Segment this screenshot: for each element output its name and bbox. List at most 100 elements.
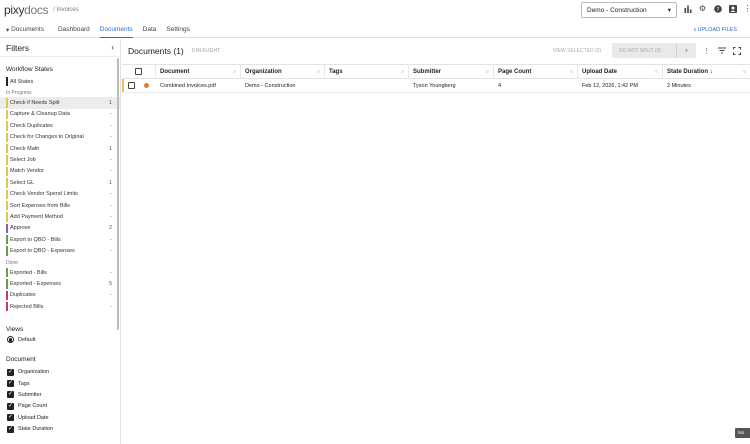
do-not-split-button[interactable]: DO NOT SPLIT (0) ▾ xyxy=(612,43,696,58)
state-filter-count: - xyxy=(110,292,112,299)
state-filter-count: 5 xyxy=(108,280,112,287)
filters-title: Filters xyxy=(6,42,30,53)
state-filter-check-vendor-spend-limits[interactable]: Check Vendor Spend Limits - xyxy=(0,189,120,200)
state-filter-export-to-qbo-expenses[interactable]: Export to QBO - Expenses - xyxy=(0,245,120,257)
fullscreen-icon[interactable] xyxy=(732,46,741,55)
column-toggle-state-duration[interactable]: ✓ State Duration xyxy=(7,423,120,434)
state-filter-count: 1 xyxy=(108,145,112,152)
svg-text:?: ? xyxy=(716,7,719,13)
chevron-down-icon[interactable]: ▾ xyxy=(676,43,696,58)
column-header-organization[interactable]: Organization ≡ xyxy=(241,64,325,79)
column-menu-icon[interactable]: ≡ xyxy=(401,69,404,75)
tab-data[interactable]: Data xyxy=(143,22,157,38)
upload-files-button[interactable]: ⭳ UPLOAD FILES xyxy=(694,26,737,35)
app-logo[interactable]: pixydocs xyxy=(4,4,49,16)
checkbox-checked-icon: ✓ xyxy=(7,391,14,399)
state-filter-add-payment-method[interactable]: Add Payment Method - xyxy=(0,211,120,223)
gear-icon[interactable]: ⚙ xyxy=(698,4,707,13)
chevron-down-icon: ▾ xyxy=(667,7,671,14)
column-menu-icon[interactable]: ≡ xyxy=(570,69,573,75)
table-row[interactable]: Combined Invoices.pdf Demo - Constructio… xyxy=(122,79,750,93)
state-filter-label: Check for Changes to Original xyxy=(10,134,84,141)
documents-menu[interactable]: ▾ Documents xyxy=(6,22,44,38)
view-selected-button[interactable]: VIEW SELECTED (0) xyxy=(553,48,601,54)
column-toggle-page-count[interactable]: ✓ Page Count xyxy=(7,401,120,412)
state-filter-label: Exported - Bills xyxy=(10,269,47,276)
bar-chart-icon[interactable] xyxy=(683,4,692,13)
state-filter-count: 1 xyxy=(108,100,112,107)
checkbox-checked-icon: ✓ xyxy=(7,368,14,376)
state-filter-label: Check if Needs Split xyxy=(10,100,60,107)
view-default-radio[interactable]: Default xyxy=(7,336,120,344)
column-menu-icon[interactable]: ≡ xyxy=(233,69,236,75)
state-filter-count: - xyxy=(110,168,112,175)
column-header-tags[interactable]: Tags ≡ xyxy=(325,64,409,79)
tab-settings[interactable]: Settings xyxy=(166,22,190,38)
state-filter-count: - xyxy=(110,269,112,276)
state-filter-label: Select Job xyxy=(10,157,36,164)
all-states-filter[interactable]: All States xyxy=(0,76,120,87)
state-filter-check-duplicates[interactable]: Check Duplicates - xyxy=(0,120,120,131)
cell-document[interactable]: Combined Invoices.pdf xyxy=(156,79,241,93)
state-filter-approve[interactable]: Approve 2 xyxy=(0,223,120,234)
column-header-upload-date[interactable]: Upload Date ≡ xyxy=(578,64,663,79)
state-filter-count: - xyxy=(110,303,112,310)
row-checkbox[interactable] xyxy=(128,82,135,89)
column-header-submitter[interactable]: Submitter ≡ xyxy=(409,64,494,79)
state-filter-select-gl[interactable]: Select GL 1 xyxy=(0,177,120,188)
column-header-state-duration[interactable]: State Duration ↓ ≡ xyxy=(663,64,750,79)
select-all-checkbox[interactable] xyxy=(122,64,156,79)
state-filter-sort-expenses-from-bills[interactable]: Sort Expenses from Bills - xyxy=(0,200,120,211)
column-menu-icon[interactable]: ≡ xyxy=(317,69,320,75)
state-filter-export-to-qbo-bills[interactable]: Export to QBO - Bills - xyxy=(0,234,120,245)
state-filter-check-for-changes-to-original[interactable]: Check for Changes to Original - xyxy=(0,132,120,143)
tab-documents[interactable]: Documents xyxy=(99,22,133,38)
more-vert-icon[interactable]: ⋮ xyxy=(702,46,711,55)
column-menu-icon[interactable]: ≡ xyxy=(743,69,746,75)
collapse-sidebar-icon[interactable]: ‹ xyxy=(111,43,114,52)
upload-icon: ⭳ xyxy=(694,27,696,33)
cell-organization: Demo - Construction xyxy=(245,82,296,89)
state-filter-count: - xyxy=(110,202,112,209)
state-filter-exported-bills[interactable]: Exported - Bills - xyxy=(0,267,120,278)
column-header-document[interactable]: Document ≡ xyxy=(156,64,241,79)
help-icon[interactable]: ? xyxy=(713,4,722,13)
state-filter-rejected-bills[interactable]: Rejected Bills - xyxy=(0,301,120,312)
column-toggle-organization[interactable]: ✓ Organization xyxy=(7,366,120,377)
state-filter-match-vendor[interactable]: Match Vendor - xyxy=(0,166,120,177)
state-filter-label: Exported - Expenses xyxy=(10,280,62,287)
column-menu-icon[interactable]: ≡ xyxy=(486,69,489,75)
chevron-down-icon: ▾ xyxy=(6,26,10,34)
column-header-page-count[interactable]: Page Count ≡ xyxy=(494,64,578,79)
state-filter-check-math[interactable]: Check Math 1 xyxy=(0,143,120,154)
column-toggle-tags[interactable]: ✓ Tags xyxy=(7,378,120,389)
state-filter-capture-cleanup-data[interactable]: Capture & Cleanup Data - xyxy=(0,109,120,120)
tab-dashboard[interactable]: Dashboard xyxy=(58,22,90,38)
filter-lines-icon[interactable] xyxy=(717,46,726,55)
column-toggle-submitter[interactable]: ✓ Submitter xyxy=(7,389,120,400)
state-filter-check-if-needs-split[interactable]: Check if Needs Split 1 xyxy=(0,97,120,109)
in-progress-label: In Progress xyxy=(6,90,32,97)
project-select-value: Demo - Construction xyxy=(587,6,647,14)
state-filter-label: Capture & Cleanup Data xyxy=(10,111,70,118)
column-toggle-upload-date[interactable]: ✓ Upload Date xyxy=(7,412,120,423)
cell-state-duration: 2 Minutes xyxy=(667,82,691,89)
breadcrumb[interactable]: / Invoices xyxy=(53,7,78,13)
column-menu-icon[interactable]: ≡ xyxy=(655,69,658,75)
more-vert-icon[interactable]: ⋮ xyxy=(743,4,750,13)
sort-desc-icon: ↓ xyxy=(709,68,713,75)
cell-upload-date: Feb 12, 2026, 1:42 PM xyxy=(582,82,638,89)
sidebar-scrollbar[interactable] xyxy=(117,58,119,330)
filters-sidebar: Filters ‹ Workflow States All States In … xyxy=(0,39,121,444)
state-filter-count: 2 xyxy=(108,225,112,232)
project-select[interactable]: Demo - Construction ▾ xyxy=(581,2,677,18)
user-icon[interactable] xyxy=(728,4,737,13)
workflow-states-title: Workflow States xyxy=(6,66,53,73)
state-filter-duplicates[interactable]: Duplicates - xyxy=(0,290,120,301)
state-filter-count: - xyxy=(110,191,112,198)
state-filter-exported-expenses[interactable]: Exported - Expenses 5 xyxy=(0,278,120,290)
state-filter-label: Check Vendor Spend Limits xyxy=(10,191,78,198)
state-filter-select-job[interactable]: Select Job - xyxy=(0,154,120,166)
checkbox-checked-icon: ✓ xyxy=(7,425,14,433)
state-filter-label: Match Vendor xyxy=(10,168,44,175)
